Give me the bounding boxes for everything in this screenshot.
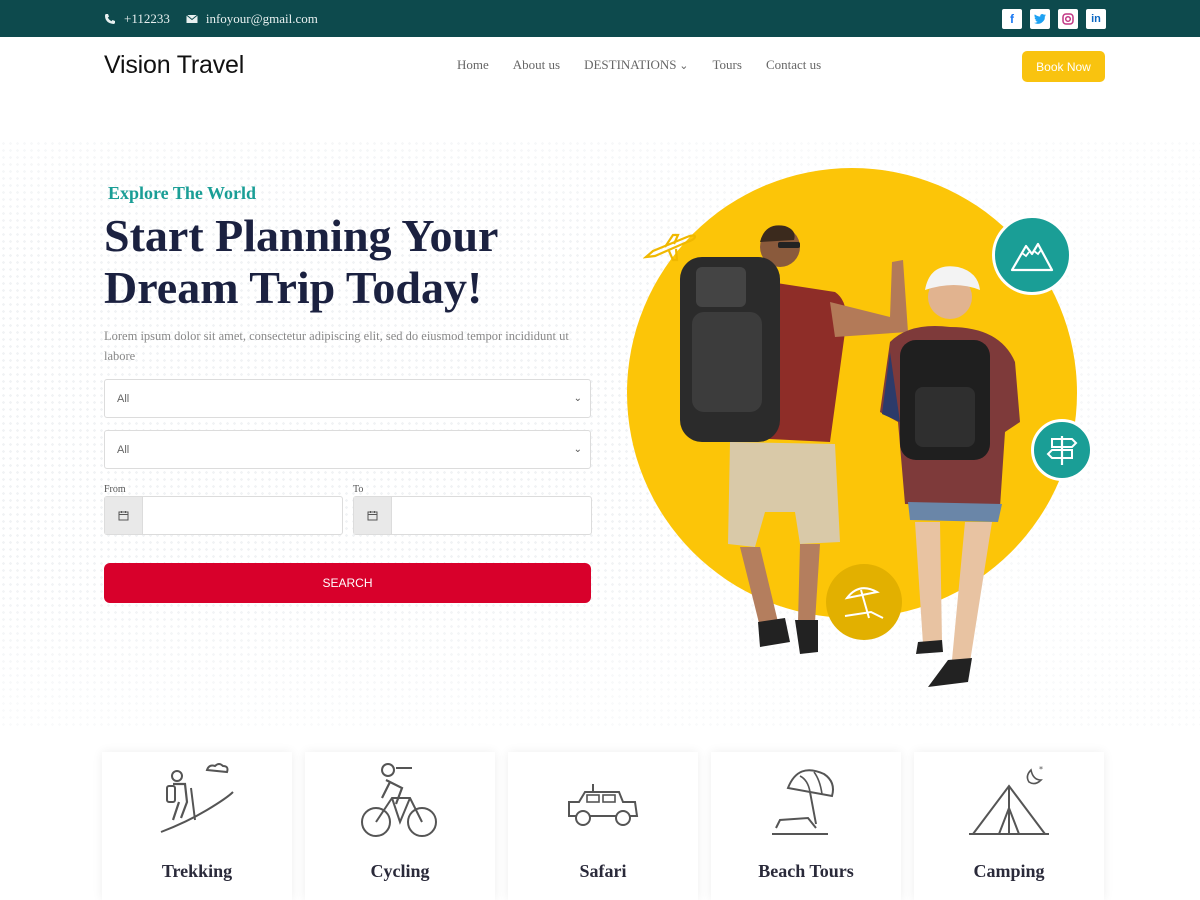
to-date-field[interactable]: [353, 496, 592, 535]
phone-contact[interactable]: +112233: [104, 11, 170, 27]
twitter-icon[interactable]: [1030, 9, 1050, 29]
category-card-beach-tours[interactable]: Beach Tours: [711, 752, 901, 900]
mountain-icon: [1010, 242, 1054, 272]
signpost-badge: [1031, 419, 1093, 481]
tour-type-select-value: All: [117, 443, 130, 456]
signpost-icon: [1046, 436, 1078, 465]
category-card-safari[interactable]: Safari: [508, 752, 698, 900]
nav-home[interactable]: Home: [457, 57, 489, 73]
chevron-down-icon: ⌄: [573, 393, 582, 404]
safari-jeep-icon: [568, 784, 639, 826]
hero-description: Lorem ipsum dolor sit amet, consectetur …: [104, 329, 569, 363]
linkedin-icon[interactable]: in: [1086, 9, 1106, 29]
instagram-icon[interactable]: [1058, 9, 1078, 29]
nav-about-us[interactable]: About us: [513, 57, 560, 73]
category-label: Cycling: [370, 861, 430, 881]
category-card-cycling[interactable]: Cycling: [305, 752, 495, 900]
main-header: Vision Travel Home About us DESTINATIONS…: [0, 37, 1200, 95]
calendar-icon[interactable]: [105, 497, 143, 534]
from-label: From: [104, 484, 126, 495]
destination-select-value: All: [117, 392, 130, 405]
tour-type-select[interactable]: All ⌄: [104, 430, 591, 469]
top-bar: +112233 infoyour@gmail.com f in: [0, 0, 1200, 37]
main-nav: Home About us DESTINATIONS Tours Contact…: [457, 57, 821, 73]
category-label: Camping: [973, 861, 1045, 881]
svg-text:*: *: [1039, 765, 1043, 774]
nav-tours[interactable]: Tours: [713, 57, 742, 73]
category-label: Beach Tours: [758, 861, 854, 881]
destination-select[interactable]: All ⌄: [104, 379, 591, 418]
category-card-camping[interactable]: * Camping: [914, 752, 1104, 900]
nav-contact-us[interactable]: Contact us: [766, 57, 821, 73]
contact-info: +112233 infoyour@gmail.com: [104, 11, 334, 27]
calendar-icon[interactable]: [354, 497, 392, 534]
hero-kicker: Explore The World: [108, 183, 257, 203]
category-label: Trekking: [161, 861, 233, 881]
chevron-down-icon: ⌄: [573, 444, 582, 455]
site-logo[interactable]: Vision Travel: [104, 51, 244, 80]
category-label: Safari: [579, 861, 627, 881]
envelope-icon: [186, 14, 198, 23]
phone-icon: [105, 14, 115, 24]
from-date-field[interactable]: [104, 496, 343, 535]
email-contact[interactable]: infoyour@gmail.com: [186, 11, 318, 27]
book-now-button[interactable]: Book Now: [1022, 51, 1105, 82]
facebook-icon[interactable]: f: [1002, 9, 1022, 29]
search-button[interactable]: SEARCH: [104, 563, 591, 603]
mountain-badge: [992, 215, 1072, 295]
category-card-trekking[interactable]: Trekking: [102, 752, 292, 900]
beach-badge: [826, 564, 902, 640]
beach-umbrella-icon: [772, 769, 834, 835]
tent-icon: *: [969, 765, 1049, 835]
headline-line-1: Start Planning Your: [104, 210, 499, 261]
nav-destinations[interactable]: DESTINATIONS: [584, 57, 688, 73]
email-address: infoyour@gmail.com: [205, 11, 318, 26]
hero-headline: Start Planning Your Dream Trip Today!: [104, 210, 584, 314]
category-cards: Trekking Cycling Safari Beach Tours * Ca…: [102, 752, 1104, 900]
phone-number: +112233: [124, 11, 170, 26]
beach-umbrella-icon: [844, 587, 884, 619]
to-label: To: [353, 484, 364, 495]
trekking-icon: [160, 763, 234, 833]
headline-line-2: Dream Trip Today!: [104, 262, 483, 313]
cycling-icon: [361, 763, 437, 837]
social-links: f in: [1002, 9, 1106, 29]
